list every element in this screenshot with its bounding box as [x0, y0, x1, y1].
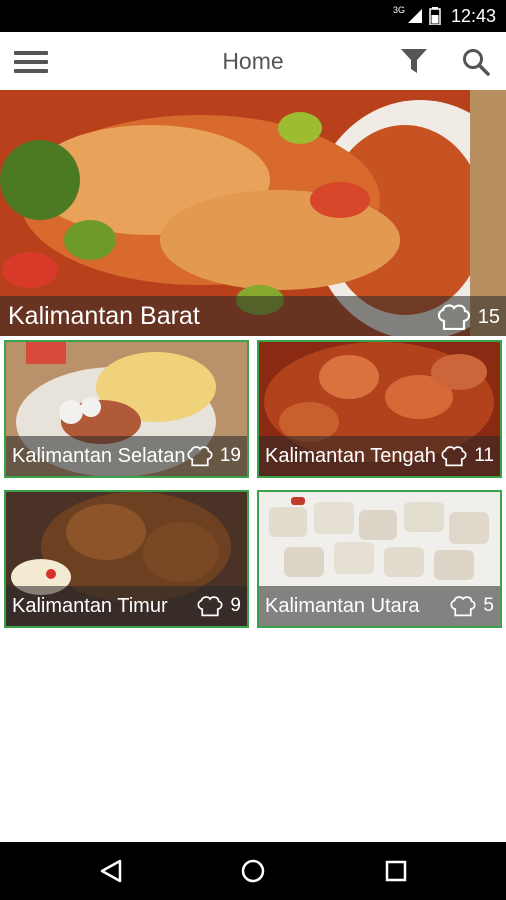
network-type-label: 3G — [392, 5, 405, 15]
region-card-kalimantan-utara[interactable]: Kalimantan Utara 5 — [257, 490, 502, 628]
chef-hat-icon — [441, 446, 467, 467]
card-caption: Kalimantan Timur 9 — [6, 586, 247, 626]
recipe-count: 9 — [230, 595, 241, 616]
recipe-count: 11 — [474, 445, 494, 466]
recents-icon[interactable] — [383, 858, 409, 884]
home-icon[interactable] — [240, 858, 266, 884]
card-caption: Kalimantan Tengah 11 — [259, 436, 500, 476]
card-caption: Kalimantan Selatan 19 — [6, 436, 247, 476]
page-title: Home — [222, 48, 284, 74]
card-caption: Kalimantan Barat 15 — [0, 296, 506, 336]
region-name: Kalimantan Tengah — [265, 445, 436, 467]
region-name: Kalimantan Selatan — [12, 445, 186, 467]
region-card-kalimantan-timur[interactable]: Kalimantan Timur 9 — [4, 490, 249, 628]
search-icon[interactable] — [461, 47, 491, 77]
recipe-count: 15 — [477, 305, 500, 328]
chef-hat-icon — [450, 596, 476, 617]
back-icon[interactable] — [98, 858, 124, 884]
signal-icon — [407, 9, 422, 23]
recipe-count: 19 — [219, 445, 241, 466]
card-caption: Kalimantan Utara 5 — [259, 586, 500, 626]
status-time: 12:43 — [450, 5, 496, 26]
filter-icon[interactable] — [400, 47, 428, 75]
recipe-count: 5 — [483, 595, 494, 616]
region-name: Kalimantan Timur — [12, 595, 168, 617]
chef-hat-icon — [197, 596, 223, 617]
chef-hat-icon — [437, 304, 470, 330]
region-name: Kalimantan Utara — [265, 595, 420, 617]
chef-hat-icon — [187, 446, 213, 467]
status-bar: 3G 12:43 — [0, 0, 506, 32]
region-card-kalimantan-barat[interactable]: Kalimantan Barat 15 — [0, 90, 506, 336]
region-name: Kalimantan Barat — [8, 302, 200, 330]
battery-icon — [429, 7, 441, 25]
navigation-bar — [0, 842, 506, 900]
region-card-kalimantan-selatan[interactable]: Kalimantan Selatan 19 — [4, 340, 249, 478]
app-bar: Home — [0, 32, 506, 91]
region-card-kalimantan-tengah[interactable]: Kalimantan Tengah 11 — [257, 340, 502, 478]
